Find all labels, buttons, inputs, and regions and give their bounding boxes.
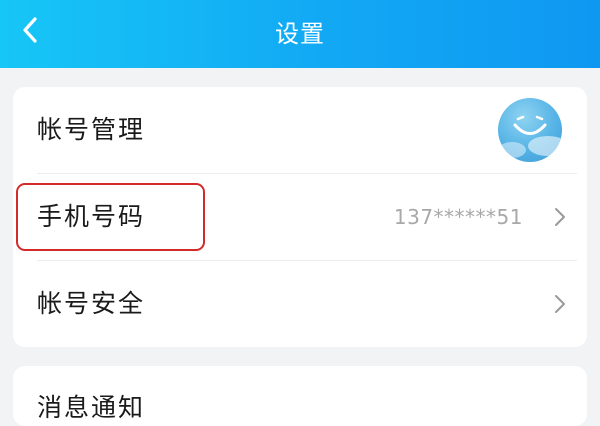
page-title: 设置 [275,20,325,48]
chevron-right-icon [555,208,565,226]
account-management-row[interactable]: 帐号管理 [13,87,587,173]
phone-number-value: 137******51 [393,205,523,229]
account-security-row[interactable]: 帐号安全 [13,261,587,347]
phone-number-highlight [16,183,205,251]
account-management-label: 帐号管理 [37,115,146,144]
avatar-face-icon [498,115,562,158]
title-bar: 设置 [0,0,600,68]
notification-label: 消息通知 [37,393,146,422]
avatar[interactable] [498,98,562,162]
chevron-right-icon [555,295,565,313]
notification-card[interactable]: 消息通知 [13,366,587,426]
account-security-label: 帐号安全 [37,289,146,318]
